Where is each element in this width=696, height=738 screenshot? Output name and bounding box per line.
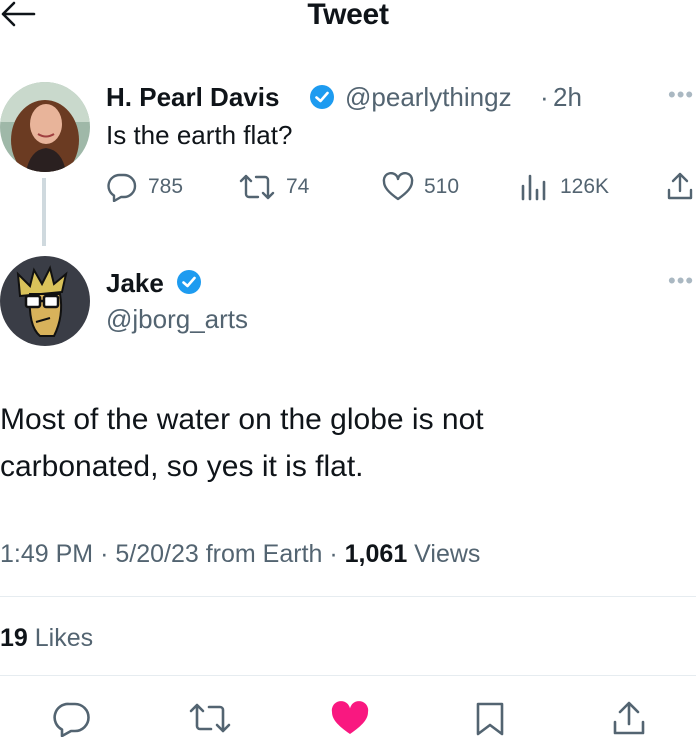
separator-dot: · xyxy=(540,82,549,112)
more-icon[interactable]: ••• xyxy=(668,268,694,294)
page-title: Tweet xyxy=(307,0,389,31)
author-name[interactable]: H. Pearl Davis xyxy=(106,82,279,112)
tweet-meta: 1:49 PM · 5/20/23 from Earth · 1,061 Vie… xyxy=(0,536,480,572)
bookmark-icon[interactable] xyxy=(474,701,506,737)
heart-icon[interactable] xyxy=(382,172,414,202)
like-count: 510 xyxy=(424,175,460,198)
views-label: Views xyxy=(414,540,481,568)
tweet-source: from Earth xyxy=(205,540,323,568)
heart-icon-liked[interactable] xyxy=(330,701,370,737)
tweet-date[interactable]: 5/20/23 xyxy=(115,540,198,568)
author-name[interactable]: Jake xyxy=(106,268,164,298)
likes-count: 19 xyxy=(0,624,28,652)
avatar-pearl[interactable] xyxy=(0,82,90,172)
reply-icon[interactable] xyxy=(53,701,91,737)
divider xyxy=(0,675,696,676)
parent-tweet-text: Is the earth flat? xyxy=(106,120,293,150)
analytics-icon[interactable] xyxy=(520,172,550,202)
thread-line xyxy=(42,178,46,246)
views-count: 126K xyxy=(560,175,610,198)
tweet-age[interactable]: 2h xyxy=(553,82,582,112)
verified-badge-icon xyxy=(176,269,202,295)
reply-count: 785 xyxy=(148,175,184,198)
likes-label: Likes xyxy=(34,624,94,652)
views-count: 1,061 xyxy=(344,540,408,568)
retweet-icon[interactable] xyxy=(238,172,276,202)
divider xyxy=(0,596,696,597)
reply-icon[interactable] xyxy=(106,172,138,202)
likes-summary[interactable]: 19 Likes xyxy=(0,620,93,656)
more-icon[interactable]: ••• xyxy=(668,82,694,108)
retweet-icon[interactable] xyxy=(188,701,232,735)
separator-dot: · xyxy=(100,540,109,568)
avatar-jake[interactable] xyxy=(0,256,90,346)
share-icon[interactable] xyxy=(612,700,646,736)
author-handle[interactable]: @pearlythingz xyxy=(345,82,512,112)
separator-dot: · xyxy=(329,540,338,568)
author-handle[interactable]: @jborg_arts xyxy=(106,304,248,334)
share-icon[interactable] xyxy=(666,171,694,201)
tweet-time[interactable]: 1:49 PM xyxy=(0,540,93,568)
retweet-count: 74 xyxy=(286,175,310,198)
verified-badge-icon xyxy=(309,84,335,110)
tweet-text: Most of the water on the globe is not ca… xyxy=(0,403,484,483)
